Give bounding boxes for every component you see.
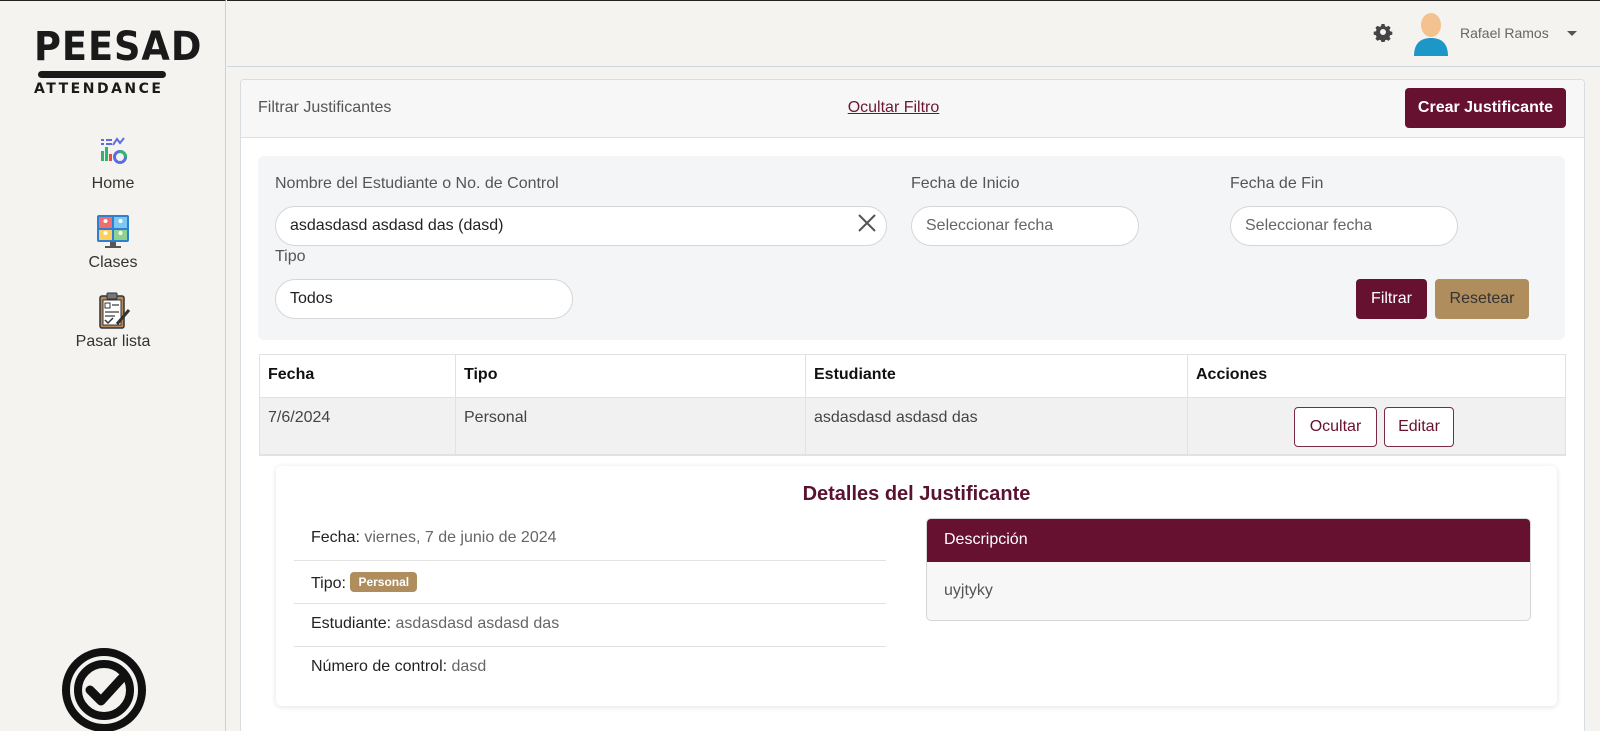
edit-button[interactable]: Editar [1384, 407, 1454, 447]
clipboard-check-icon [93, 291, 133, 331]
start-date-input[interactable] [911, 206, 1139, 246]
check-badge-icon [60, 646, 148, 731]
student-field-label: Nombre del Estudiante o No. de Control [275, 175, 559, 192]
sidebar-item-label: Home [91, 175, 135, 192]
brand-tagline: ATTENDANCE [34, 81, 164, 97]
brand-name: PEESAD [34, 24, 203, 70]
end-date-label: Fecha de Fin [1230, 175, 1324, 192]
table-header-row: Fecha Tipo Estudiante Acciones [260, 355, 1565, 398]
filter-button[interactable]: Filtrar [1356, 279, 1427, 319]
clear-icon[interactable] [856, 212, 878, 234]
sidebar-item-home[interactable]: Home [0, 133, 226, 193]
logo-underline [38, 71, 166, 78]
description-header: Descripción [927, 519, 1530, 562]
detail-value: asdasdasd asdasd das [395, 615, 560, 632]
detail-control: Número de control: dasd [294, 647, 886, 690]
cell-acciones: Ocultar Editar [1188, 398, 1566, 454]
description-text: uyjtyky [944, 582, 993, 599]
detail-value: dasd [451, 658, 487, 675]
reset-button[interactable]: Resetear [1435, 279, 1529, 319]
detail-label: Tipo: [311, 575, 346, 592]
create-justificante-button[interactable]: Crear Justificante [1405, 88, 1566, 128]
filter-header: Filtrar Justificantes Ocultar Filtro Cre… [241, 80, 1584, 138]
detail-value: viernes, 7 de junio de 2024 [364, 529, 557, 546]
table-row[interactable]: 7/6/2024 Personal asdasdasd asdasd das O… [260, 398, 1565, 455]
avatar[interactable] [1412, 12, 1450, 56]
type-select[interactable] [275, 279, 573, 319]
detail-label: Fecha: [311, 529, 360, 546]
justificantes-table: Fecha Tipo Estudiante Acciones 7/6/2024 … [259, 354, 1566, 456]
detail-label: Número de control: [311, 658, 448, 675]
end-date-input[interactable] [1230, 206, 1458, 246]
justificante-details: Detalles del Justificante Fecha: viernes… [276, 466, 1557, 706]
sidebar-item-clases[interactable]: Clases [0, 212, 226, 272]
gear-icon[interactable] [1373, 22, 1393, 43]
cell-tipo: Personal [456, 398, 806, 454]
detail-fecha: Fecha: viernes, 7 de junio de 2024 [294, 518, 886, 561]
type-label: Tipo [275, 248, 306, 265]
brand-logo[interactable]: PEESAD ATTENDANCE [34, 24, 203, 97]
column-header[interactable]: Estudiante [806, 355, 1188, 397]
column-header[interactable]: Tipo [456, 355, 806, 397]
column-header[interactable]: Acciones [1188, 355, 1566, 397]
detail-label: Estudiante: [311, 615, 392, 632]
start-date-label: Fecha de Inicio [911, 175, 1020, 192]
video-classroom-icon [93, 212, 133, 252]
cell-fecha: 7/6/2024 [260, 398, 456, 454]
student-search-input[interactable] [275, 206, 887, 246]
details-title: Detalles del Justificante [802, 483, 1031, 505]
sidebar-item-label: Clases [88, 254, 138, 271]
hide-details-button[interactable]: Ocultar [1294, 407, 1377, 447]
cell-estudiante: asdasdasd asdasd das [806, 398, 1188, 454]
type-badge: Personal [350, 572, 418, 592]
sidebar-item-label: Pasar lista [75, 333, 151, 350]
detail-tipo: Tipo: Personal [294, 561, 886, 604]
chevron-down-icon[interactable] [1567, 31, 1577, 36]
description-card: Descripción uyjtyky [926, 518, 1531, 621]
filter-panel: Nombre del Estudiante o No. de Control F… [258, 156, 1565, 340]
detail-estudiante: Estudiante: asdasdasd asdasd das [294, 604, 886, 647]
sidebar: PEESAD ATTENDANCE Home Clases Pasar list… [0, 0, 226, 731]
column-header[interactable]: Fecha [260, 355, 456, 397]
justificantes-card: Filtrar Justificantes Ocultar Filtro Cre… [240, 79, 1585, 731]
sidebar-item-pasar-lista[interactable]: Pasar lista [0, 291, 226, 351]
user-name[interactable]: Rafael Ramos [1460, 25, 1549, 41]
top-bar [227, 0, 1600, 67]
hide-filter-link[interactable]: Ocultar Filtro [241, 99, 1546, 117]
dashboard-chart-icon [93, 133, 133, 173]
